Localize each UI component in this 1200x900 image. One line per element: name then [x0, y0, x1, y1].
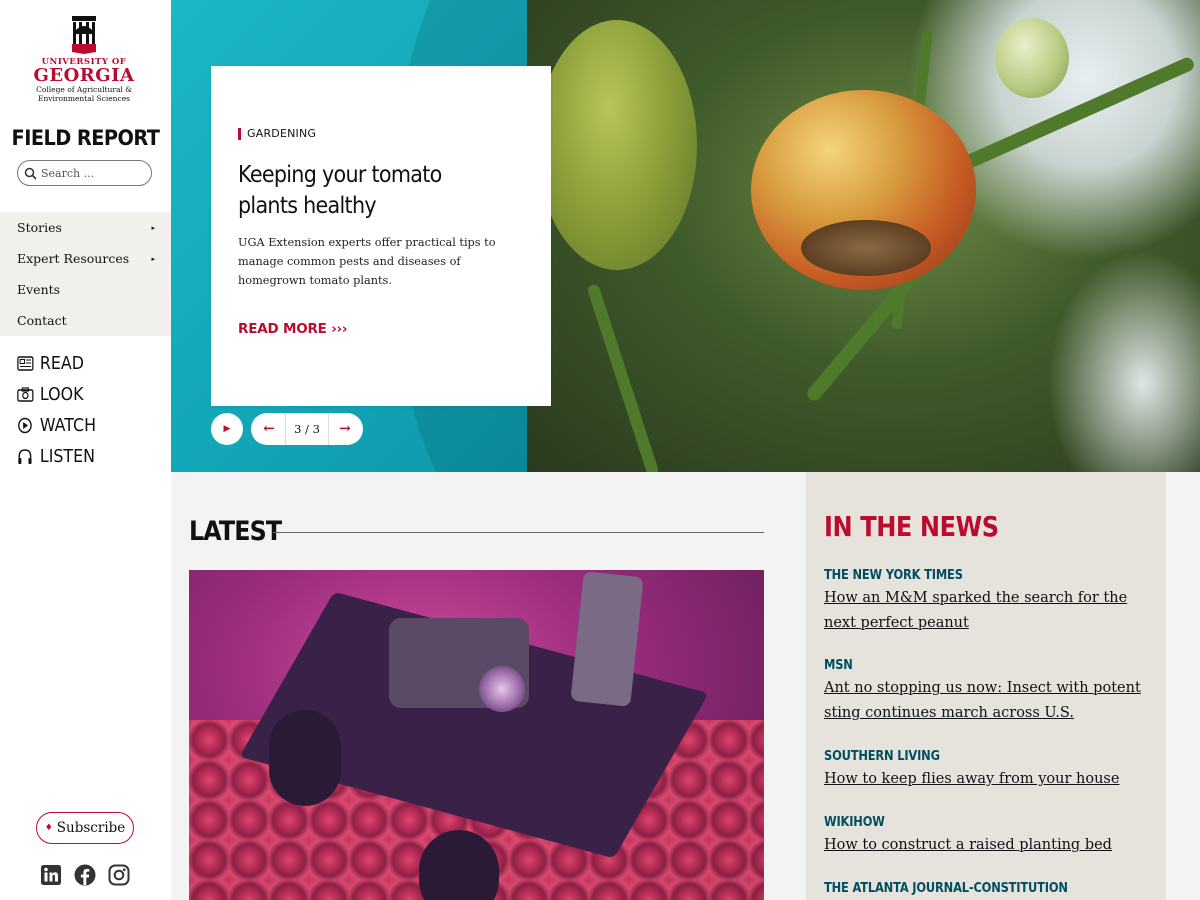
media-link-watch[interactable]: WATCH [17, 410, 96, 441]
media-link-label: LISTEN [39, 446, 95, 467]
search-icon [24, 167, 37, 180]
nav-item-stories[interactable]: Stories ▸ [0, 212, 171, 243]
news-item: THE ATLANTA JOURNAL-CONSTITUTION [824, 881, 1154, 896]
news-source: THE ATLANTA JOURNAL-CONSTITUTION [824, 881, 1068, 896]
latest-heading: LATEST [189, 516, 282, 547]
news-item: MSN Ant no stopping us now: Insect with … [824, 658, 1154, 725]
slider-play-button[interactable]: ▶ [211, 413, 243, 445]
submenu-arrow-icon: ▸ [151, 254, 155, 263]
nav-item-events[interactable]: Events [0, 274, 171, 305]
news-item: SOUTHERN LIVING How to keep flies away f… [824, 749, 1154, 792]
search-box [17, 160, 152, 186]
media-links: READ LOOK WATCH LISTEN [17, 348, 107, 472]
hero-title[interactable]: Keeping your tomato plants healthy [238, 160, 472, 222]
logo-college-line1: College of Agricultural & [36, 85, 132, 94]
news-headline-link[interactable]: Ant no stopping us now: Insect with pote… [824, 676, 1154, 725]
latest-story-image[interactable] [189, 570, 764, 900]
slide-counter: 3 / 3 [285, 413, 329, 445]
arrow-left-icon: ← [263, 421, 275, 437]
subscribe-button[interactable]: ♦ Subscribe [36, 812, 134, 844]
main-nav: Stories ▸ Expert Resources ▸ Events Cont… [0, 212, 171, 336]
news-item: WIKIHOW How to construct a raised planti… [824, 815, 1154, 858]
nav-item-label: Expert Resources [17, 251, 130, 266]
nav-item-label: Stories [17, 220, 62, 235]
read-more-link[interactable]: READ MORE ››› [238, 321, 347, 337]
play-circle-icon [18, 417, 32, 434]
heading-divider [273, 532, 764, 533]
hero-summary: UGA Extension experts offer practical ti… [238, 236, 496, 287]
news-item: THE NEW YORK TIMES How an M&M sparked th… [824, 568, 1154, 635]
news-source: SOUTHERN LIVING [824, 749, 940, 764]
nav-item-expert-resources[interactable]: Expert Resources ▸ [0, 243, 171, 274]
bell-icon: ♦ [44, 823, 53, 833]
news-source: THE NEW YORK TIMES [824, 568, 963, 583]
nav-item-label: Events [17, 282, 61, 297]
slider-controls: ▶ ← 3 / 3 → [211, 413, 363, 445]
arch-icon [72, 16, 96, 54]
camera-icon [17, 387, 34, 402]
hero-category[interactable]: GARDENING [238, 128, 316, 140]
news-source: MSN [824, 658, 853, 673]
news-headline-link[interactable]: How to keep flies away from your house [824, 767, 1154, 792]
nav-item-contact[interactable]: Contact [0, 305, 171, 336]
social-links [40, 864, 130, 886]
newspaper-icon [17, 356, 34, 371]
main-content: LATEST IN THE NEWS THE NEW YORK TIMES Ho… [171, 472, 1200, 900]
hero-tomato-photo [527, 0, 1200, 472]
news-headline-link[interactable]: How an M&M sparked the search for the ne… [824, 586, 1154, 635]
media-link-label: WATCH [39, 415, 97, 436]
subscribe-label: Subscribe [56, 820, 126, 836]
hero-slider: GARDENING Keeping your tomato plants hea… [171, 0, 1200, 472]
nav-item-label: Contact [17, 313, 67, 328]
in-the-news-heading: IN THE NEWS [824, 510, 999, 543]
media-link-label: READ [39, 353, 84, 374]
uga-logo[interactable]: UNIVERSITY OF GEORGIA College of Agricul… [24, 16, 144, 103]
play-icon: ▶ [223, 424, 231, 434]
facebook-icon[interactable] [74, 864, 96, 886]
sidebar: UNIVERSITY OF GEORGIA College of Agricul… [0, 0, 171, 900]
slider-next-button[interactable]: → [333, 417, 357, 441]
headphones-icon [18, 449, 32, 464]
news-source: WIKIHOW [824, 815, 885, 830]
media-link-label: LOOK [39, 384, 84, 405]
slider-prev-button[interactable]: ← [257, 417, 281, 441]
instagram-icon[interactable] [108, 864, 130, 886]
search-input[interactable] [41, 166, 141, 180]
site-title[interactable]: FIELD REPORT [7, 126, 164, 150]
linkedin-icon[interactable] [40, 864, 62, 886]
media-link-listen[interactable]: LISTEN [17, 441, 96, 472]
media-link-read[interactable]: READ [17, 348, 96, 379]
slider-pagination: ← 3 / 3 → [251, 413, 363, 445]
logo-college-line2: Environmental Sciences [37, 94, 130, 103]
in-the-news-panel: IN THE NEWS THE NEW YORK TIMES How an M&… [806, 472, 1166, 900]
hero-card: GARDENING Keeping your tomato plants hea… [211, 66, 551, 406]
submenu-arrow-icon: ▸ [151, 223, 155, 232]
media-link-look[interactable]: LOOK [17, 379, 96, 410]
logo-georgia-text: GEORGIA [33, 65, 135, 86]
news-headline-link[interactable]: How to construct a raised planting bed [824, 833, 1154, 858]
arrow-right-icon: → [339, 421, 351, 437]
